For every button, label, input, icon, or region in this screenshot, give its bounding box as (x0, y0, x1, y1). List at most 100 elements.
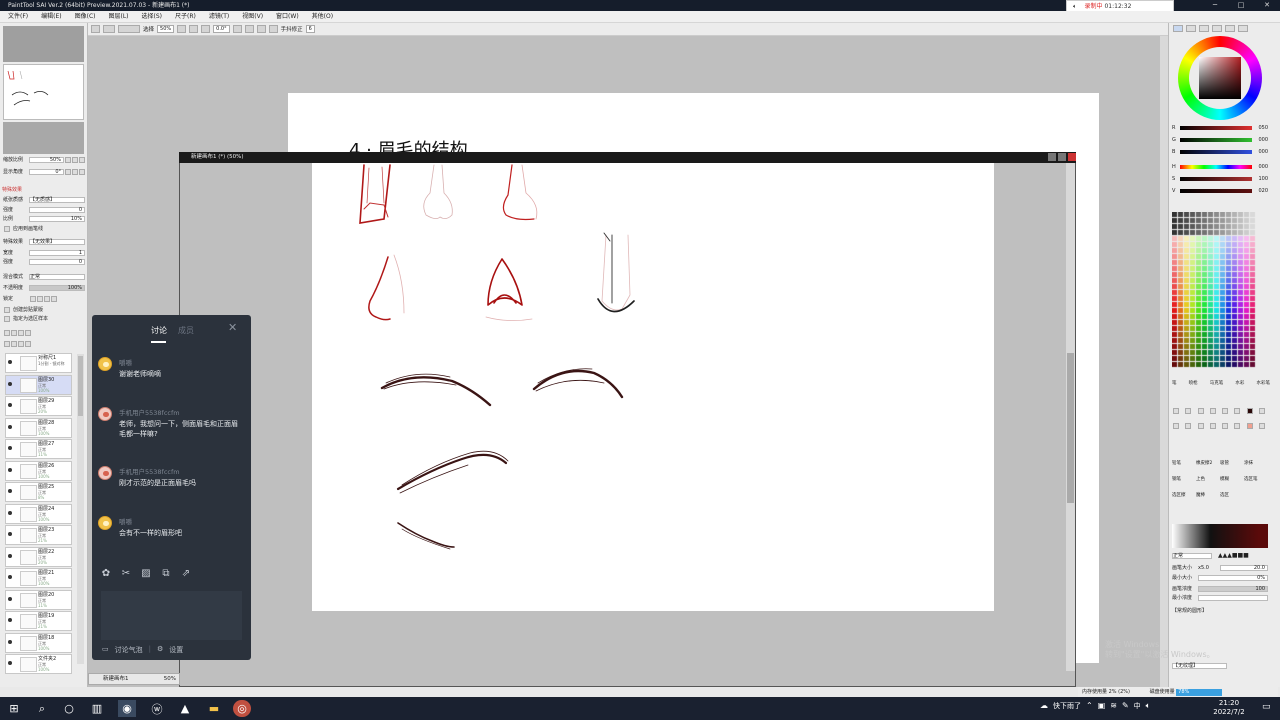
slider-value[interactable]: 000 (1252, 149, 1268, 155)
menu-other[interactable]: 其他(O) (312, 11, 333, 22)
clip-checkbox[interactable] (4, 307, 10, 313)
layer-row[interactable]: 图层25 正常 8% (5, 482, 72, 502)
layer-row[interactable]: 图层23 正常 21% (5, 525, 72, 545)
effect-select[interactable]: 【无效果】 (29, 239, 85, 245)
tab-members[interactable]: 成员 (178, 325, 194, 336)
pen-icon[interactable]: ✎ (1122, 701, 1129, 712)
recorder-icon[interactable]: ◎ (233, 700, 251, 717)
app-icon[interactable]: ⓦ (148, 700, 166, 717)
emoji-icon[interactable]: ✿ (100, 568, 112, 579)
flip-button[interactable] (268, 25, 278, 33)
menu-view[interactable]: 视图(V) (242, 11, 263, 22)
new-folder-icon[interactable] (11, 330, 17, 336)
apply-brush-checkbox[interactable] (4, 226, 10, 232)
layer-row[interactable]: 图层21 正常 100% (5, 568, 72, 588)
min-size-value[interactable]: 0% (1198, 575, 1268, 581)
menu-filter[interactable]: 滤镜(T) (209, 11, 229, 22)
volume-icon[interactable]: 🔈︎ (1146, 701, 1151, 712)
menu-layer[interactable]: 图层(L) (109, 11, 129, 22)
visibility-icon[interactable] (8, 489, 12, 493)
visibility-icon[interactable] (8, 532, 12, 536)
scale-value[interactable]: 10% (29, 216, 85, 222)
layer-row[interactable]: 图层19 正常 21% (5, 611, 72, 631)
zoom-fit[interactable] (79, 157, 85, 163)
search-icon[interactable]: ⌕ (33, 700, 51, 717)
slider-track[interactable] (1180, 177, 1252, 181)
slider-track[interactable] (1180, 165, 1252, 169)
rgb-tab[interactable] (1186, 25, 1196, 32)
zoom-out-button[interactable] (177, 25, 187, 33)
maximize-button[interactable]: □ (1228, 0, 1254, 11)
slider-value[interactable]: 050 (1252, 125, 1268, 131)
visibility-icon[interactable] (8, 575, 12, 579)
opacity-slider[interactable]: 100% (29, 285, 85, 291)
density-value[interactable]: 100 (1198, 586, 1268, 592)
image-icon[interactable]: ▨ (140, 568, 152, 579)
color-slider[interactable]: R 050 (1172, 124, 1270, 132)
preset[interactable]: 钢笔 (1172, 476, 1196, 482)
swatch-tab[interactable] (1212, 25, 1222, 32)
tool-icon[interactable] (1234, 423, 1241, 429)
lock-icon[interactable] (44, 296, 50, 302)
weather-text[interactable]: 快下雨了 (1053, 701, 1081, 712)
new-mask-icon[interactable] (18, 330, 24, 336)
delete-layer-icon[interactable] (25, 330, 31, 336)
brush-size-value[interactable]: 20.0 (1220, 565, 1268, 571)
rotate-right-button[interactable] (244, 25, 254, 33)
tray-icon[interactable]: ▣ (1098, 701, 1106, 712)
browser-icon[interactable]: ◉ (118, 700, 136, 717)
rotate-reset-button[interactable] (256, 25, 266, 33)
layer-row[interactable]: 图层28 正常 100% (5, 417, 72, 438)
layer-row[interactable]: 图层22 正常 20% (5, 546, 72, 567)
subwindow-close-button[interactable] (1068, 153, 1076, 161)
layer-scrollbar[interactable] (77, 354, 84, 664)
brush-shape-select[interactable]: 【常规的圆形】 (1172, 607, 1232, 615)
hand-icon[interactable] (1209, 423, 1216, 429)
toolbar-button[interactable] (91, 25, 100, 33)
lock-icon[interactable] (37, 296, 43, 302)
chat-input[interactable] (101, 591, 242, 640)
color-slider[interactable]: B 000 (1172, 148, 1270, 156)
brush-texture-select[interactable]: 【无纹理】 (1172, 663, 1227, 669)
transfer-icon[interactable] (11, 341, 17, 347)
visibility-icon[interactable] (8, 618, 12, 622)
saturation-value-square[interactable] (1199, 57, 1241, 99)
clear-icon[interactable] (18, 341, 24, 347)
color-wheel-tab[interactable] (1173, 25, 1183, 32)
layer-row[interactable]: 图层30 正常 100% (5, 374, 72, 395)
layer-row[interactable]: 图层20 正常 11% (5, 589, 72, 610)
chevron-up-icon[interactable]: ⌃ (1086, 701, 1093, 712)
visibility-icon[interactable] (8, 639, 12, 644)
menu-select[interactable]: 选择(S) (142, 11, 163, 22)
rotation-field[interactable]: 0.0° (213, 25, 230, 33)
tab-discussion[interactable]: 讨论 (151, 325, 167, 336)
slider-value[interactable]: 020 (1252, 188, 1268, 194)
visibility-icon[interactable] (8, 424, 12, 429)
lock-icon[interactable] (51, 296, 57, 302)
zoom-value[interactable]: 50% (29, 157, 64, 163)
visibility-icon[interactable] (8, 661, 12, 665)
angle-left[interactable] (65, 169, 71, 175)
move-icon[interactable] (1173, 423, 1179, 429)
strength-value[interactable]: 0 (29, 207, 85, 213)
navigator-thumbnail[interactable] (3, 64, 84, 120)
menu-image[interactable]: 图像(C) (75, 11, 96, 22)
color-slider[interactable]: G 000 (1172, 136, 1270, 144)
sai-icon[interactable]: ▲ (176, 700, 194, 717)
swap-icon[interactable] (1258, 408, 1265, 414)
preset[interactable]: 上色 (1196, 476, 1220, 482)
windows-start-icon[interactable]: ⊞ (5, 700, 23, 717)
menu-window[interactable]: 窗口(W) (276, 11, 299, 22)
settings-label[interactable]: 设置 (169, 645, 183, 655)
canvas-tab[interactable]: 新建画布1 50% (88, 673, 180, 685)
visibility-icon[interactable] (8, 403, 12, 407)
stabilizer-field[interactable]: 6 (305, 25, 315, 33)
tool-icon[interactable] (1185, 408, 1192, 414)
tool-icon[interactable] (1258, 423, 1265, 429)
texture-select[interactable]: 【无质感】 (29, 197, 85, 203)
brush-tab[interactable]: 喷枪 (1189, 380, 1198, 386)
clock[interactable]: 21:20 2022/7/2 (1204, 699, 1254, 717)
zoom-minus[interactable] (65, 157, 71, 163)
close-button[interactable]: ✕ (1254, 0, 1280, 11)
navigator-preview[interactable] (3, 26, 84, 62)
